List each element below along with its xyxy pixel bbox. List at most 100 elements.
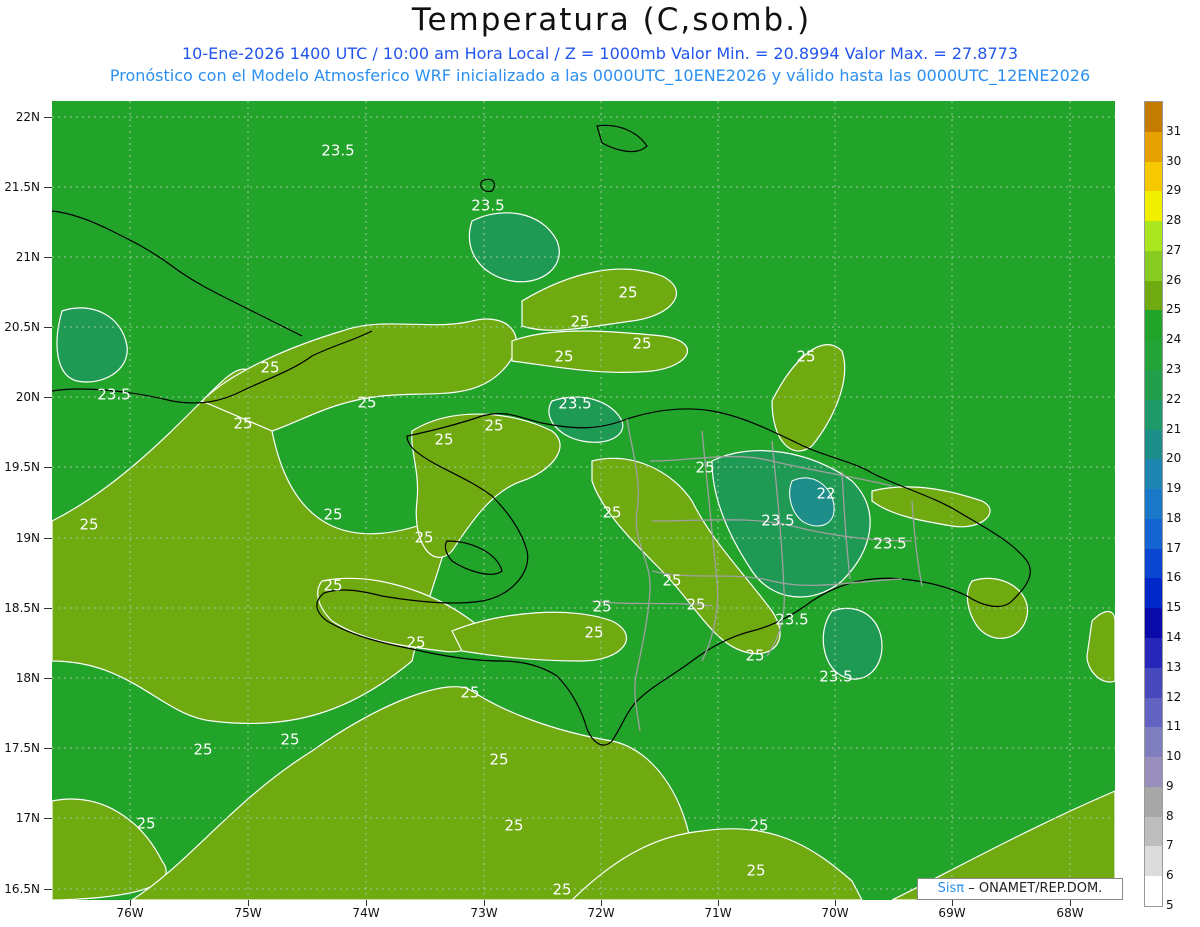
lon-tick	[248, 900, 249, 906]
contour-label: 25	[323, 505, 343, 524]
lat-tick	[44, 608, 52, 609]
lon-label-73w: 73W	[470, 906, 498, 920]
legend-swatch	[1145, 697, 1162, 728]
contour-label: 25	[193, 740, 213, 759]
contour-label: 23.5	[321, 141, 355, 160]
legend-label: 19	[1166, 481, 1182, 496]
contour-label: 25	[584, 623, 604, 642]
lat-label-18n: 18N	[15, 671, 40, 685]
lat-tick	[44, 187, 52, 188]
contour-label: 25	[434, 430, 454, 449]
legend-swatch	[1145, 816, 1162, 847]
legend-swatch	[1145, 876, 1162, 907]
legend-swatch	[1145, 846, 1162, 877]
lon-label-68w: 68W	[1056, 906, 1084, 920]
contour-label: 25	[460, 683, 480, 702]
lon-label-76w: 76W	[116, 906, 144, 920]
contour-label: 25	[554, 347, 574, 366]
legend-swatch	[1145, 191, 1162, 222]
map-title: Temperatura (C,somb.)	[411, 2, 812, 38]
contour-label: 25	[745, 646, 765, 665]
lat-label-22n: 22N	[15, 110, 40, 124]
legend-label: 18	[1166, 510, 1182, 525]
contour-label: 25	[414, 528, 434, 547]
lat-tick	[44, 257, 52, 258]
legend-swatch	[1145, 221, 1162, 252]
contour-label: 22	[816, 484, 836, 503]
legend-label: 30	[1166, 153, 1182, 168]
legend-label: 20	[1166, 451, 1182, 466]
legend-swatch	[1145, 578, 1162, 609]
contour-label: 25	[280, 730, 300, 749]
lon-tick	[130, 900, 131, 906]
legend-swatch	[1145, 399, 1162, 431]
lat-label-17-5n: 17.5N	[4, 741, 40, 755]
lat-tick	[44, 327, 52, 328]
lon-tick	[1070, 900, 1071, 906]
legend-swatch	[1145, 518, 1162, 550]
lon-tick	[718, 900, 719, 906]
lat-label-17n: 17N	[15, 811, 40, 825]
credit-box: Sisπ – ONAMET/REP.DOM.	[917, 878, 1123, 900]
lat-label-19-5n: 19.5N	[4, 460, 40, 474]
lat-label-16-5n: 16.5N	[4, 882, 40, 896]
legend-label: 13	[1166, 659, 1182, 674]
lon-label-70w: 70W	[821, 906, 849, 920]
lon-tick	[952, 900, 953, 906]
contour-label: 23.5	[761, 511, 795, 530]
legend-swatch	[1145, 548, 1162, 579]
contour-label: 25	[632, 334, 652, 353]
temperature-map: 23.5 23.5 25 25 25 25 25 23.5 25 23.5 25…	[52, 101, 1115, 900]
legend-label: 17	[1166, 540, 1182, 555]
legend-label: 21	[1166, 421, 1182, 436]
contour-label: 25	[357, 393, 377, 412]
legend-label: 28	[1166, 213, 1182, 228]
lat-tick	[44, 467, 52, 468]
lat-tick	[44, 889, 52, 890]
legend-label: 25	[1166, 302, 1182, 317]
contour-label: 23.5	[558, 394, 592, 413]
model-info-line: Pronóstico con el Modelo Atmosferico WRF…	[109, 66, 1091, 85]
legend-label: 8	[1166, 808, 1174, 823]
legend-swatch	[1145, 489, 1162, 520]
legend-swatch	[1145, 370, 1162, 401]
legend-swatch	[1145, 102, 1162, 133]
legend-label: 5	[1166, 898, 1174, 912]
legend-label: 27	[1166, 242, 1182, 257]
legend-swatch	[1145, 667, 1162, 699]
contour-label: 25	[323, 576, 343, 595]
legend-label: 7	[1166, 838, 1174, 853]
lon-label-74w: 74W	[352, 906, 380, 920]
lat-label-20n: 20N	[15, 390, 40, 404]
contour-label: 25	[484, 416, 504, 435]
legend-label: 29	[1166, 183, 1182, 198]
legend-label: 23	[1166, 362, 1182, 376]
contour-label: 23.5	[97, 385, 131, 404]
legend-label: 9	[1166, 778, 1174, 793]
contour-label: 25	[406, 633, 426, 652]
lat-tick	[44, 818, 52, 819]
contour-label: 23.5	[873, 534, 907, 553]
legend-swatch	[1145, 161, 1162, 192]
contour-label: 25	[602, 503, 622, 522]
contour-label: 25	[749, 816, 769, 835]
legend-swatch	[1145, 280, 1162, 311]
contour-label: 25	[796, 347, 816, 366]
legend-label: 12	[1166, 689, 1182, 704]
legend-label: 11	[1166, 719, 1182, 734]
contour-label: 25	[489, 750, 509, 769]
contour-label: 25	[662, 571, 682, 590]
lat-tick	[44, 117, 52, 118]
legend-label: 14	[1166, 630, 1182, 644]
lat-label-19n: 19N	[15, 531, 40, 545]
map-field	[52, 101, 1115, 900]
lat-label-18-5n: 18.5N	[4, 601, 40, 615]
legend-swatch	[1145, 131, 1162, 163]
lon-tick	[366, 900, 367, 906]
legend-swatch	[1145, 608, 1162, 639]
contour-label: 23.5	[819, 667, 853, 686]
contour-label: 25	[504, 816, 524, 835]
contour-label: 25	[686, 595, 706, 614]
lat-label-20-5n: 20.5N	[4, 320, 40, 334]
lat-label-21n: 21N	[15, 250, 40, 264]
